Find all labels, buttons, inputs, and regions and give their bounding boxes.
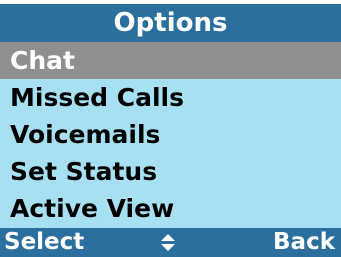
- phone-screen: Options Chat Missed Calls Voicemails Set…: [0, 0, 341, 257]
- page-title: Options: [113, 8, 228, 38]
- options-menu: Chat Missed Calls Voicemails Set Status …: [0, 42, 341, 228]
- up-down-arrows-icon: [161, 234, 175, 251]
- menu-item-active-view[interactable]: Active View: [0, 190, 341, 227]
- menu-item-set-status[interactable]: Set Status: [0, 153, 341, 190]
- menu-item-chat[interactable]: Chat: [0, 42, 341, 79]
- menu-item-missed-calls[interactable]: Missed Calls: [0, 79, 341, 116]
- title-bar: Options: [0, 4, 341, 42]
- menu-item-voicemails[interactable]: Voicemails: [0, 116, 341, 153]
- back-softkey[interactable]: Back: [273, 228, 335, 257]
- softkey-bar: Select Back: [0, 228, 341, 257]
- select-softkey[interactable]: Select: [4, 228, 84, 257]
